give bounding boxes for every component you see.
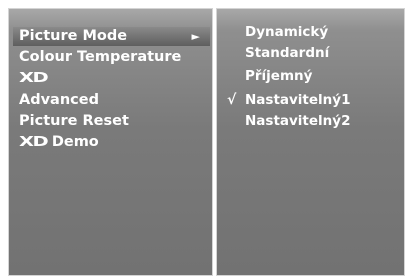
- option-label: Standardní: [245, 45, 330, 61]
- menu-item-xd[interactable]: XD: [13, 69, 210, 88]
- menu-item-label: Picture Reset: [19, 113, 129, 129]
- menu-item-picture-reset[interactable]: Picture Reset: [13, 112, 210, 131]
- option-dynamicky[interactable]: Dynamický: [227, 23, 397, 42]
- menu-item-colour-temperature[interactable]: Colour Temperature: [13, 48, 210, 67]
- xd-logo-icon: XD: [19, 135, 49, 150]
- menu-item-label: Picture Mode: [19, 28, 128, 44]
- option-label: Dynamický: [245, 24, 329, 40]
- picture-menu-panel: Picture Mode ► Colour Temperature XD Adv…: [8, 8, 213, 276]
- submenu-arrow-icon: ►: [191, 30, 200, 43]
- menu-item-advanced[interactable]: Advanced: [13, 91, 210, 110]
- menu-item-xd-demo[interactable]: XD Demo: [13, 133, 210, 152]
- option-standardni[interactable]: Standardní: [227, 44, 397, 63]
- checkmark-icon: √: [227, 92, 237, 108]
- option-nastavitelny2[interactable]: Nastavitelný2: [227, 112, 397, 131]
- option-label: Nastavitelný2: [245, 113, 351, 129]
- xd-logo-icon: XD: [19, 71, 49, 86]
- option-label: Nastavitelný1: [245, 92, 351, 108]
- menu-item-picture-mode[interactable]: Picture Mode ►: [13, 27, 210, 46]
- picture-mode-options-panel: Dynamický Standardní Příjemný √ Nastavit…: [216, 8, 405, 276]
- option-label: Příjemný: [245, 68, 313, 84]
- option-nastavitelny1[interactable]: √ Nastavitelný1: [227, 91, 397, 110]
- option-prijemny[interactable]: Příjemný: [227, 67, 397, 86]
- menu-item-label: Advanced: [19, 92, 99, 108]
- menu-item-label: Demo: [51, 134, 99, 150]
- menu-item-label: Colour Temperature: [19, 49, 182, 65]
